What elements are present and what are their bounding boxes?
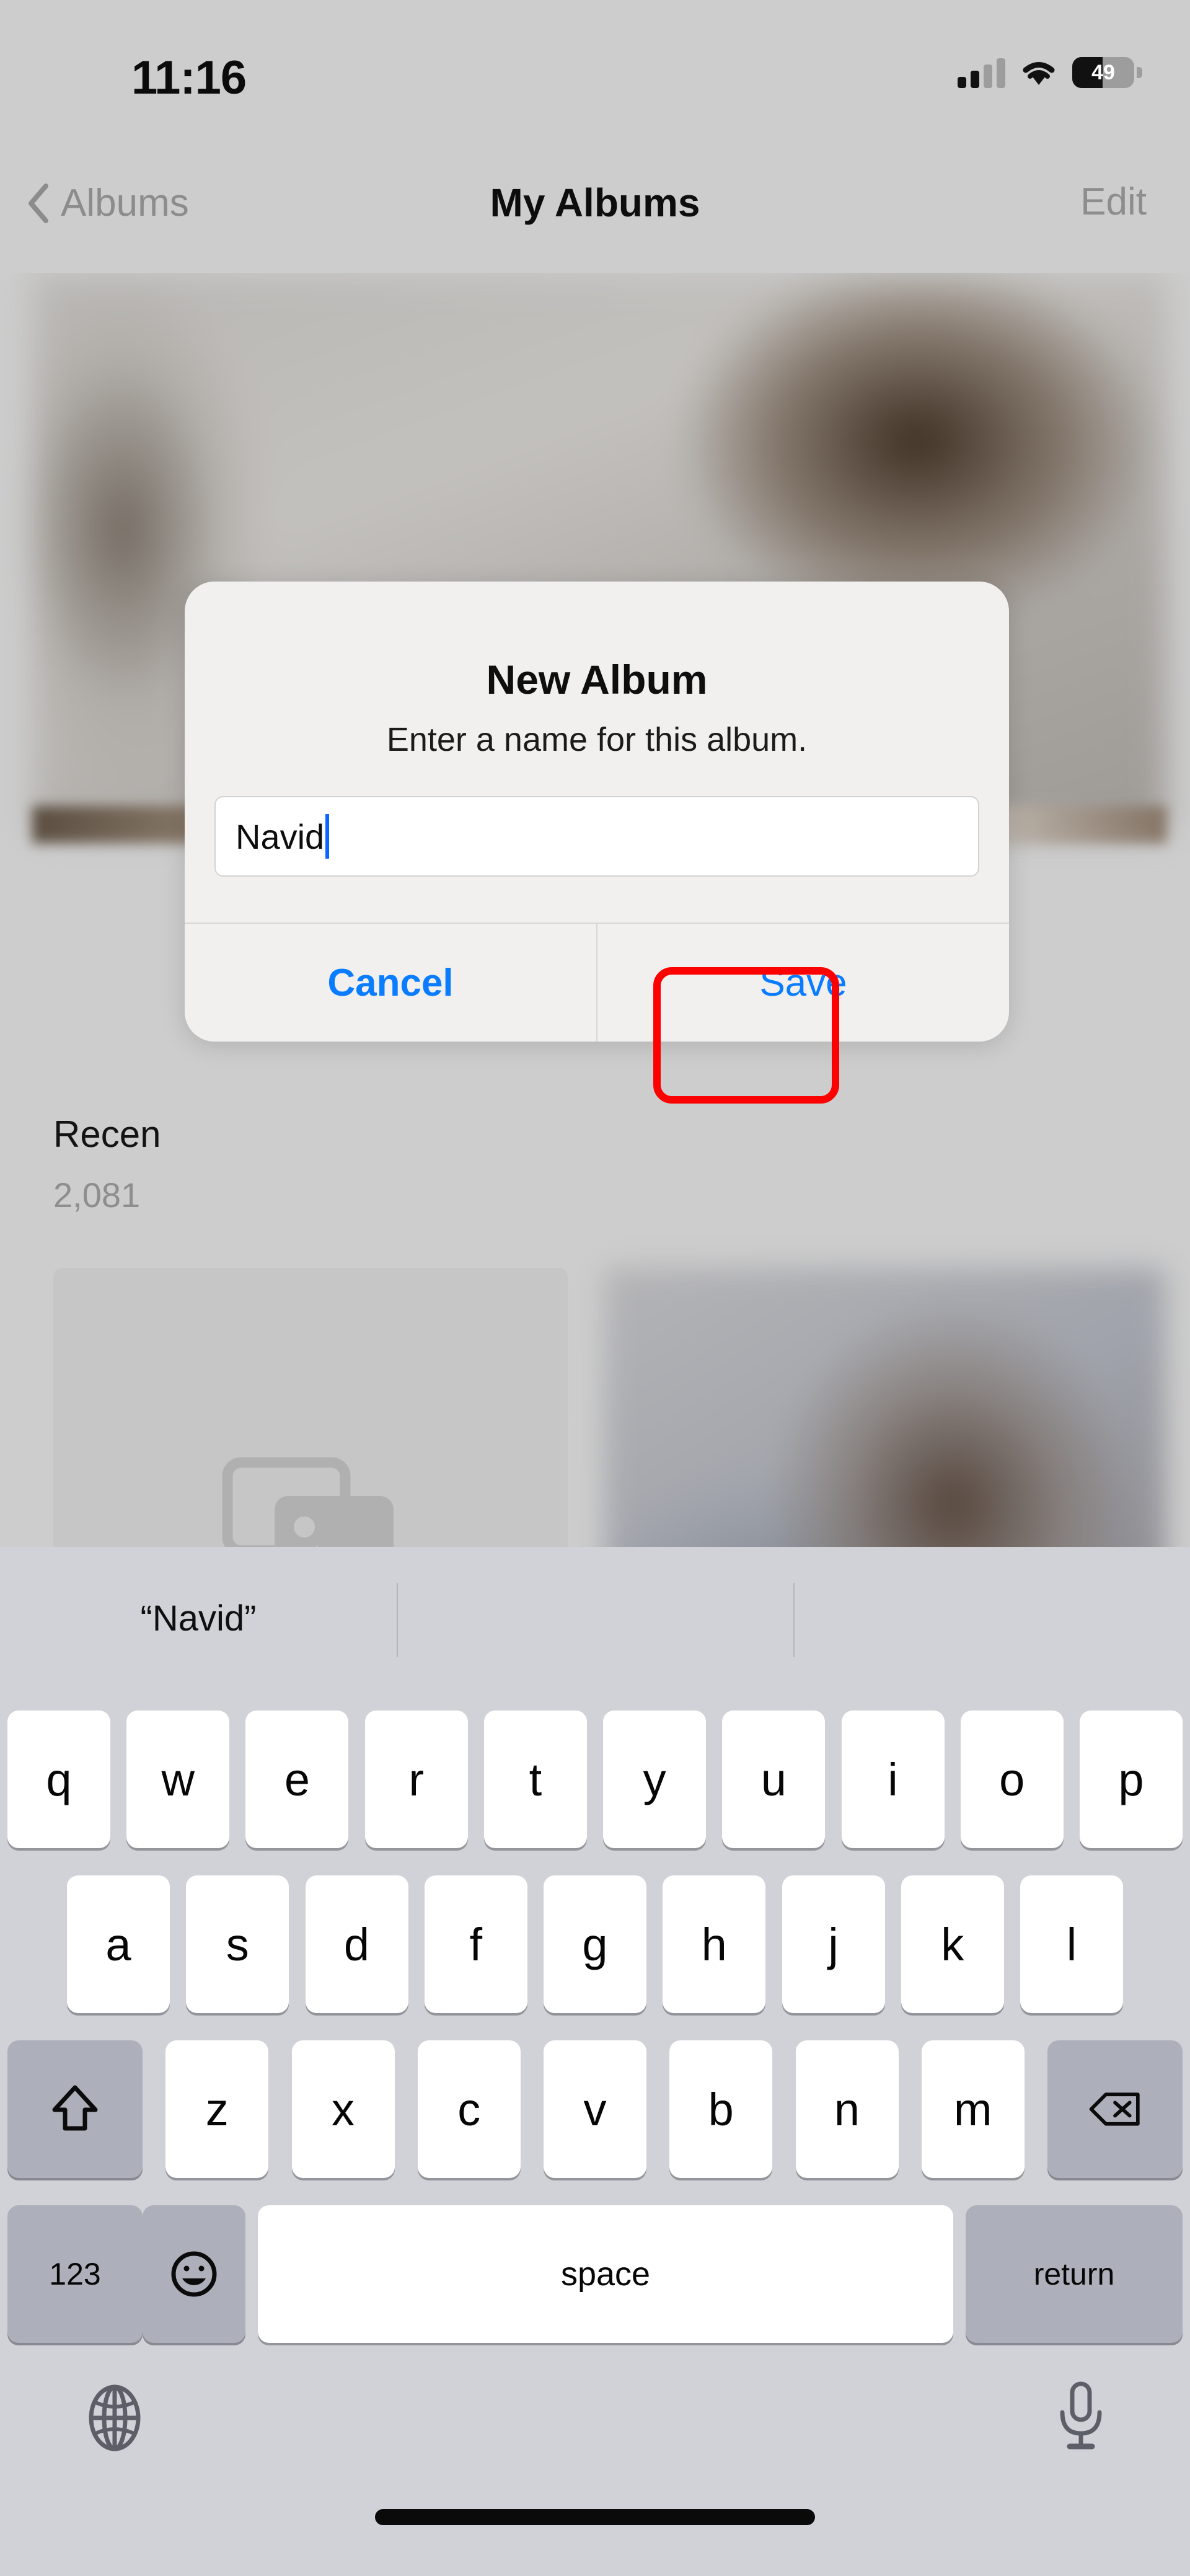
on-screen-keyboard: “Navid” q w e r t y u i o p a s d f g h … bbox=[0, 1547, 1190, 2576]
key-a[interactable]: a bbox=[67, 1875, 170, 2013]
text-caret bbox=[325, 814, 330, 859]
key-e[interactable]: e bbox=[245, 1711, 349, 1848]
edit-button[interactable]: Edit bbox=[1080, 180, 1147, 224]
photo-stack-icon bbox=[222, 1457, 394, 1547]
home-indicator[interactable] bbox=[375, 2509, 815, 2525]
key-t[interactable]: t bbox=[483, 1711, 587, 1848]
key-u[interactable]: u bbox=[722, 1711, 826, 1848]
alert-actions: Cancel Save bbox=[185, 923, 1009, 1042]
numeric-keyboard-key[interactable]: 123 bbox=[7, 2205, 143, 2343]
save-button[interactable]: Save bbox=[597, 924, 1009, 1042]
key-r[interactable]: r bbox=[364, 1711, 468, 1848]
iphone-screen: 11:16 49 Albums My Albums Edit Recen 2,0… bbox=[0, 0, 1190, 2576]
status-bar-indicators: 49 bbox=[958, 57, 1142, 88]
prediction-candidate-2[interactable] bbox=[793, 1547, 1190, 1689]
key-h[interactable]: h bbox=[663, 1875, 766, 2013]
album-tile-placeholder[interactable] bbox=[53, 1268, 568, 1547]
new-album-alert-dialog: New Album Enter a name for this album. N… bbox=[185, 582, 1009, 1042]
shift-up-arrow-icon bbox=[52, 2085, 98, 2131]
key-v[interactable]: v bbox=[544, 2040, 646, 2178]
key-s[interactable]: s bbox=[186, 1875, 289, 2013]
prediction-candidate-1[interactable] bbox=[397, 1547, 793, 1689]
key-g[interactable]: g bbox=[544, 1875, 646, 2013]
key-y[interactable]: y bbox=[603, 1711, 707, 1848]
keyboard-row-1: q w e r t y u i o p bbox=[0, 1702, 1190, 1857]
shift-key[interactable] bbox=[7, 2040, 143, 2178]
album-recents-count: 2,081 bbox=[53, 1175, 141, 1215]
alert-title: New Album bbox=[486, 657, 708, 702]
globe-language-icon[interactable] bbox=[81, 2384, 149, 2452]
predictive-text-bar: “Navid” bbox=[0, 1547, 1190, 1689]
key-c[interactable]: c bbox=[417, 2040, 521, 2178]
space-key[interactable]: space bbox=[258, 2205, 953, 2343]
key-j[interactable]: j bbox=[782, 1875, 885, 2013]
key-b[interactable]: b bbox=[669, 2040, 773, 2178]
key-q[interactable]: q bbox=[7, 1711, 110, 1848]
microphone-dictation-icon[interactable] bbox=[1052, 2380, 1109, 2453]
key-k[interactable]: k bbox=[901, 1875, 1004, 2013]
backspace-delete-icon bbox=[1089, 2092, 1140, 2126]
smiley-face-icon bbox=[171, 2251, 217, 2297]
key-d[interactable]: d bbox=[305, 1875, 408, 2013]
prediction-candidate-0[interactable]: “Navid” bbox=[0, 1547, 397, 1689]
battery-percent-label: 49 bbox=[1091, 60, 1115, 84]
keyboard-row-2: a s d f g h j k l bbox=[0, 1867, 1190, 2022]
key-x[interactable]: x bbox=[291, 2040, 395, 2178]
wifi-icon bbox=[1023, 62, 1055, 85]
status-bar: 11:16 49 bbox=[0, 0, 1190, 143]
emoji-key[interactable] bbox=[143, 2205, 245, 2343]
key-f[interactable]: f bbox=[424, 1875, 527, 2013]
key-i[interactable]: i bbox=[841, 1711, 945, 1848]
keyboard-row-4: 123 space return bbox=[0, 2197, 1190, 2352]
key-z[interactable]: z bbox=[165, 2040, 269, 2178]
navigation-bar: Albums My Albums Edit bbox=[0, 143, 1190, 273]
key-n[interactable]: n bbox=[795, 2040, 899, 2178]
key-p[interactable]: p bbox=[1079, 1711, 1183, 1848]
battery-icon: 49 bbox=[1072, 57, 1142, 88]
return-key[interactable]: return bbox=[966, 2205, 1183, 2343]
alert-message: Enter a name for this album. bbox=[386, 721, 808, 758]
album-name-input-value: Navid bbox=[236, 817, 325, 856]
album-name-input[interactable]: Navid bbox=[214, 796, 979, 877]
key-o[interactable]: o bbox=[960, 1711, 1064, 1848]
key-w[interactable]: w bbox=[126, 1711, 230, 1848]
key-m[interactable]: m bbox=[921, 2040, 1025, 2178]
cancel-button[interactable]: Cancel bbox=[185, 924, 596, 1042]
page-title: My Albums bbox=[490, 180, 700, 225]
keyboard-row-3: z x c v b n m bbox=[0, 2032, 1190, 2187]
battery-cap bbox=[1137, 67, 1142, 78]
cellular-signal-icon bbox=[958, 57, 1005, 88]
album-tile-photo[interactable] bbox=[604, 1268, 1165, 1547]
status-bar-time: 11:16 bbox=[131, 51, 247, 104]
keyboard-utility-row bbox=[0, 2365, 1190, 2495]
prediction-divider bbox=[397, 1583, 398, 1657]
backspace-key[interactable] bbox=[1047, 2040, 1183, 2178]
key-l[interactable]: l bbox=[1020, 1875, 1123, 2013]
album-recents-title: Recen bbox=[53, 1113, 161, 1155]
prediction-divider bbox=[793, 1583, 795, 1657]
